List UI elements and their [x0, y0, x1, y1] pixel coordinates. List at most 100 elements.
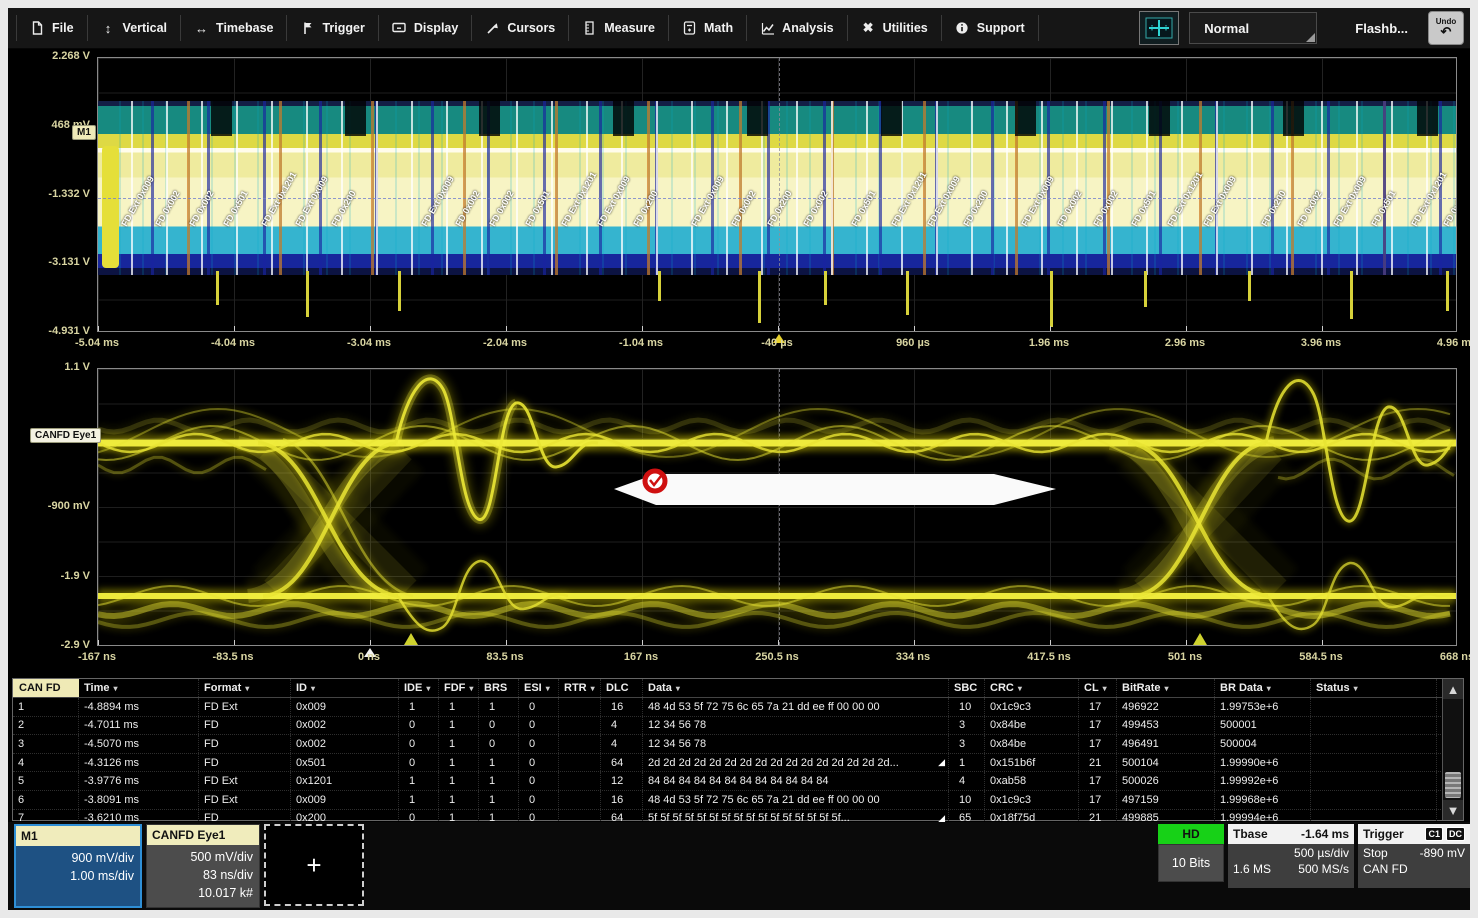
menu-support-label: Support — [977, 21, 1025, 35]
cell-format: FD Ext — [199, 698, 291, 716]
sort-arrow-icon[interactable]: ▾ — [676, 684, 680, 693]
menu-trigger-label: Trigger — [322, 21, 364, 35]
column-header-brdata[interactable]: BR Data▾ — [1215, 679, 1311, 697]
menu-trigger[interactable]: Trigger — [287, 15, 378, 41]
trigger-descriptor[interactable]: Trigger C1 DC Stop -890 mV CAN FD — [1358, 824, 1470, 888]
cell-status — [1311, 698, 1437, 716]
sort-arrow-icon[interactable]: ▾ — [469, 684, 473, 693]
eye-trace-descriptor[interactable]: CANFD Eye1 500 mV/div 83 ns/div 10.017 k… — [146, 824, 260, 908]
m1-trace-descriptor[interactable]: M1 900 mV/div 1.00 ms/div — [14, 824, 142, 908]
menu-math[interactable]: Math — [669, 15, 747, 41]
add-trace-button[interactable]: + — [264, 824, 364, 906]
cell-brdata: 1.99990e+6 — [1215, 754, 1311, 772]
menu-analysis[interactable]: Analysis — [747, 15, 847, 41]
scroll-up-button[interactable]: ▲ — [1443, 679, 1463, 699]
sort-arrow-icon[interactable]: ▾ — [1018, 684, 1022, 693]
table-row[interactable]: 5-3.9776 msFD Ext0x120111101284 84 84 84… — [13, 772, 1463, 791]
m1-trace-badge[interactable]: M1 — [72, 125, 96, 140]
can-fd-tab[interactable]: CAN FD — [13, 679, 79, 697]
grid-display-button[interactable] — [1139, 11, 1179, 45]
cell-data: 2d 2d 2d 2d 2d 2d 2d 2d 2d 2d 2d 2d 2d 2… — [643, 754, 949, 772]
timebase-scale: 500 µs/div — [1294, 846, 1349, 860]
column-header-rtr[interactable]: RTR▾ — [559, 679, 601, 697]
cell-cl: 17 — [1079, 772, 1117, 790]
column-header-format[interactable]: Format▾ — [199, 679, 291, 697]
column-header-time[interactable]: Time▾ — [79, 679, 199, 697]
sort-arrow-icon[interactable]: ▾ — [1103, 684, 1107, 693]
menu-timebase[interactable]: ↔ Timebase — [181, 15, 287, 41]
trigger-coupling-badge: DC — [1446, 827, 1465, 841]
display-mode-dropdown[interactable]: Normal — [1189, 12, 1317, 44]
menu-file[interactable]: File — [16, 15, 88, 41]
menu-measure[interactable]: Measure — [569, 15, 669, 41]
sort-arrow-icon[interactable]: ▾ — [113, 684, 117, 693]
column-header-dlc[interactable]: DLC — [601, 679, 643, 697]
cell-id: 0x009 — [291, 791, 399, 809]
decode-frame-gaps — [98, 101, 1456, 136]
flashback-label[interactable]: Flashb... — [1355, 21, 1408, 36]
y-tick-label: 1.1 V — [64, 361, 90, 373]
undo-button[interactable]: Undo ↶ — [1428, 11, 1464, 45]
table-row[interactable]: 4-4.3126 msFD0x5010110642d 2d 2d 2d 2d 2… — [13, 754, 1463, 773]
sort-arrow-icon[interactable]: ▾ — [591, 684, 595, 693]
column-header-bitrate[interactable]: BitRate▾ — [1117, 679, 1215, 697]
cell-data: 48 4d 53 5f 72 75 6c 65 7a 21 dd ee ff 0… — [643, 791, 949, 809]
analysis-chart-icon — [760, 21, 775, 36]
column-header-fdf[interactable]: FDF▾ — [439, 679, 479, 697]
menu-display[interactable]: Display — [379, 15, 472, 41]
eye-trace-badge[interactable]: CANFD Eye1 — [30, 428, 101, 443]
y-tick-label: -2.9 V — [61, 639, 90, 651]
x-tick-label: -2.04 ms — [465, 337, 545, 349]
sort-arrow-icon[interactable]: ▾ — [1267, 684, 1271, 693]
sort-arrow-icon[interactable]: ▾ — [1165, 684, 1169, 693]
sort-arrow-icon[interactable]: ▾ — [311, 684, 315, 693]
timebase-descriptor[interactable]: Tbase -1.64 ms 500 µs/div 1.6 MS 500 MS/… — [1228, 824, 1354, 888]
menu-support[interactable]: Support — [942, 15, 1039, 41]
column-header-data[interactable]: Data▾ — [643, 679, 949, 697]
cell-esi: 0 — [519, 698, 559, 716]
cell-bitrate: 496922 — [1117, 698, 1215, 716]
x-tick-label: -4.04 ms — [193, 337, 273, 349]
column-header-status[interactable]: Status▾ — [1311, 679, 1437, 697]
cell-cl: 21 — [1079, 754, 1117, 772]
eye-mask[interactable] — [614, 474, 1056, 505]
column-header-ide[interactable]: IDE▾ — [399, 679, 439, 697]
hd-mode-descriptor[interactable]: HD 10 Bits — [1158, 824, 1224, 888]
menu-vertical[interactable]: ↕ Vertical — [88, 15, 181, 41]
decode-chart-y-axis: 2.268 V468 mV-1.332 V-3.131 V-4.931 V — [8, 57, 94, 332]
decode-chart-plot[interactable]: FD Ext 0x009FD 0x002FD 0x002FD 0x501FD E… — [97, 57, 1457, 332]
sort-arrow-icon[interactable]: ▾ — [426, 684, 430, 693]
waveform-spike — [658, 271, 661, 301]
cursor-icon — [485, 21, 500, 36]
column-header-id[interactable]: ID▾ — [291, 679, 399, 697]
table-row[interactable]: 2-4.7011 msFD0x0020100412 34 56 7830x84b… — [13, 717, 1463, 736]
math-icon — [682, 21, 697, 36]
sort-arrow-icon[interactable]: ▾ — [546, 684, 550, 693]
mask-violation-marker[interactable] — [645, 471, 665, 491]
table-row[interactable]: 3-4.5070 msFD0x0020100412 34 56 7830x84b… — [13, 735, 1463, 754]
x-tick-label: 83.5 ns — [465, 651, 545, 663]
table-scrollbar[interactable]: ▲ ▼ — [1442, 679, 1463, 820]
column-header-crc[interactable]: CRC▾ — [985, 679, 1079, 697]
row-index: 4 — [13, 754, 79, 772]
menu-utilities[interactable]: ✖ Utilities — [848, 15, 942, 41]
sort-arrow-icon[interactable]: ▾ — [1354, 684, 1358, 693]
cell-time: -3.8091 ms — [79, 791, 199, 809]
menu-cursors[interactable]: Cursors — [472, 15, 569, 41]
column-header-esi[interactable]: ESI▾ — [519, 679, 559, 697]
data-truncated-icon[interactable]: ◢ — [938, 757, 945, 768]
column-header-cl[interactable]: CL▾ — [1079, 679, 1117, 697]
scroll-down-button[interactable]: ▼ — [1443, 800, 1463, 820]
column-header-brs[interactable]: BRS — [479, 679, 519, 697]
waveform-spike — [824, 271, 827, 305]
sort-arrow-icon[interactable]: ▾ — [245, 684, 249, 693]
table-row[interactable]: 1-4.8894 msFD Ext0x00911101648 4d 53 5f … — [13, 698, 1463, 717]
trigger-level-line — [98, 198, 1456, 199]
table-row[interactable]: 6-3.8091 msFD Ext0x00911101648 4d 53 5f … — [13, 791, 1463, 810]
cell-id: 0x002 — [291, 735, 399, 753]
scrollbar-thumb[interactable] — [1445, 772, 1461, 798]
column-header-sbc[interactable]: SBC — [949, 679, 985, 697]
cell-esi: 0 — [519, 754, 559, 772]
cell-bitrate: 500104 — [1117, 754, 1215, 772]
eye-diagram-plot[interactable] — [97, 368, 1457, 646]
